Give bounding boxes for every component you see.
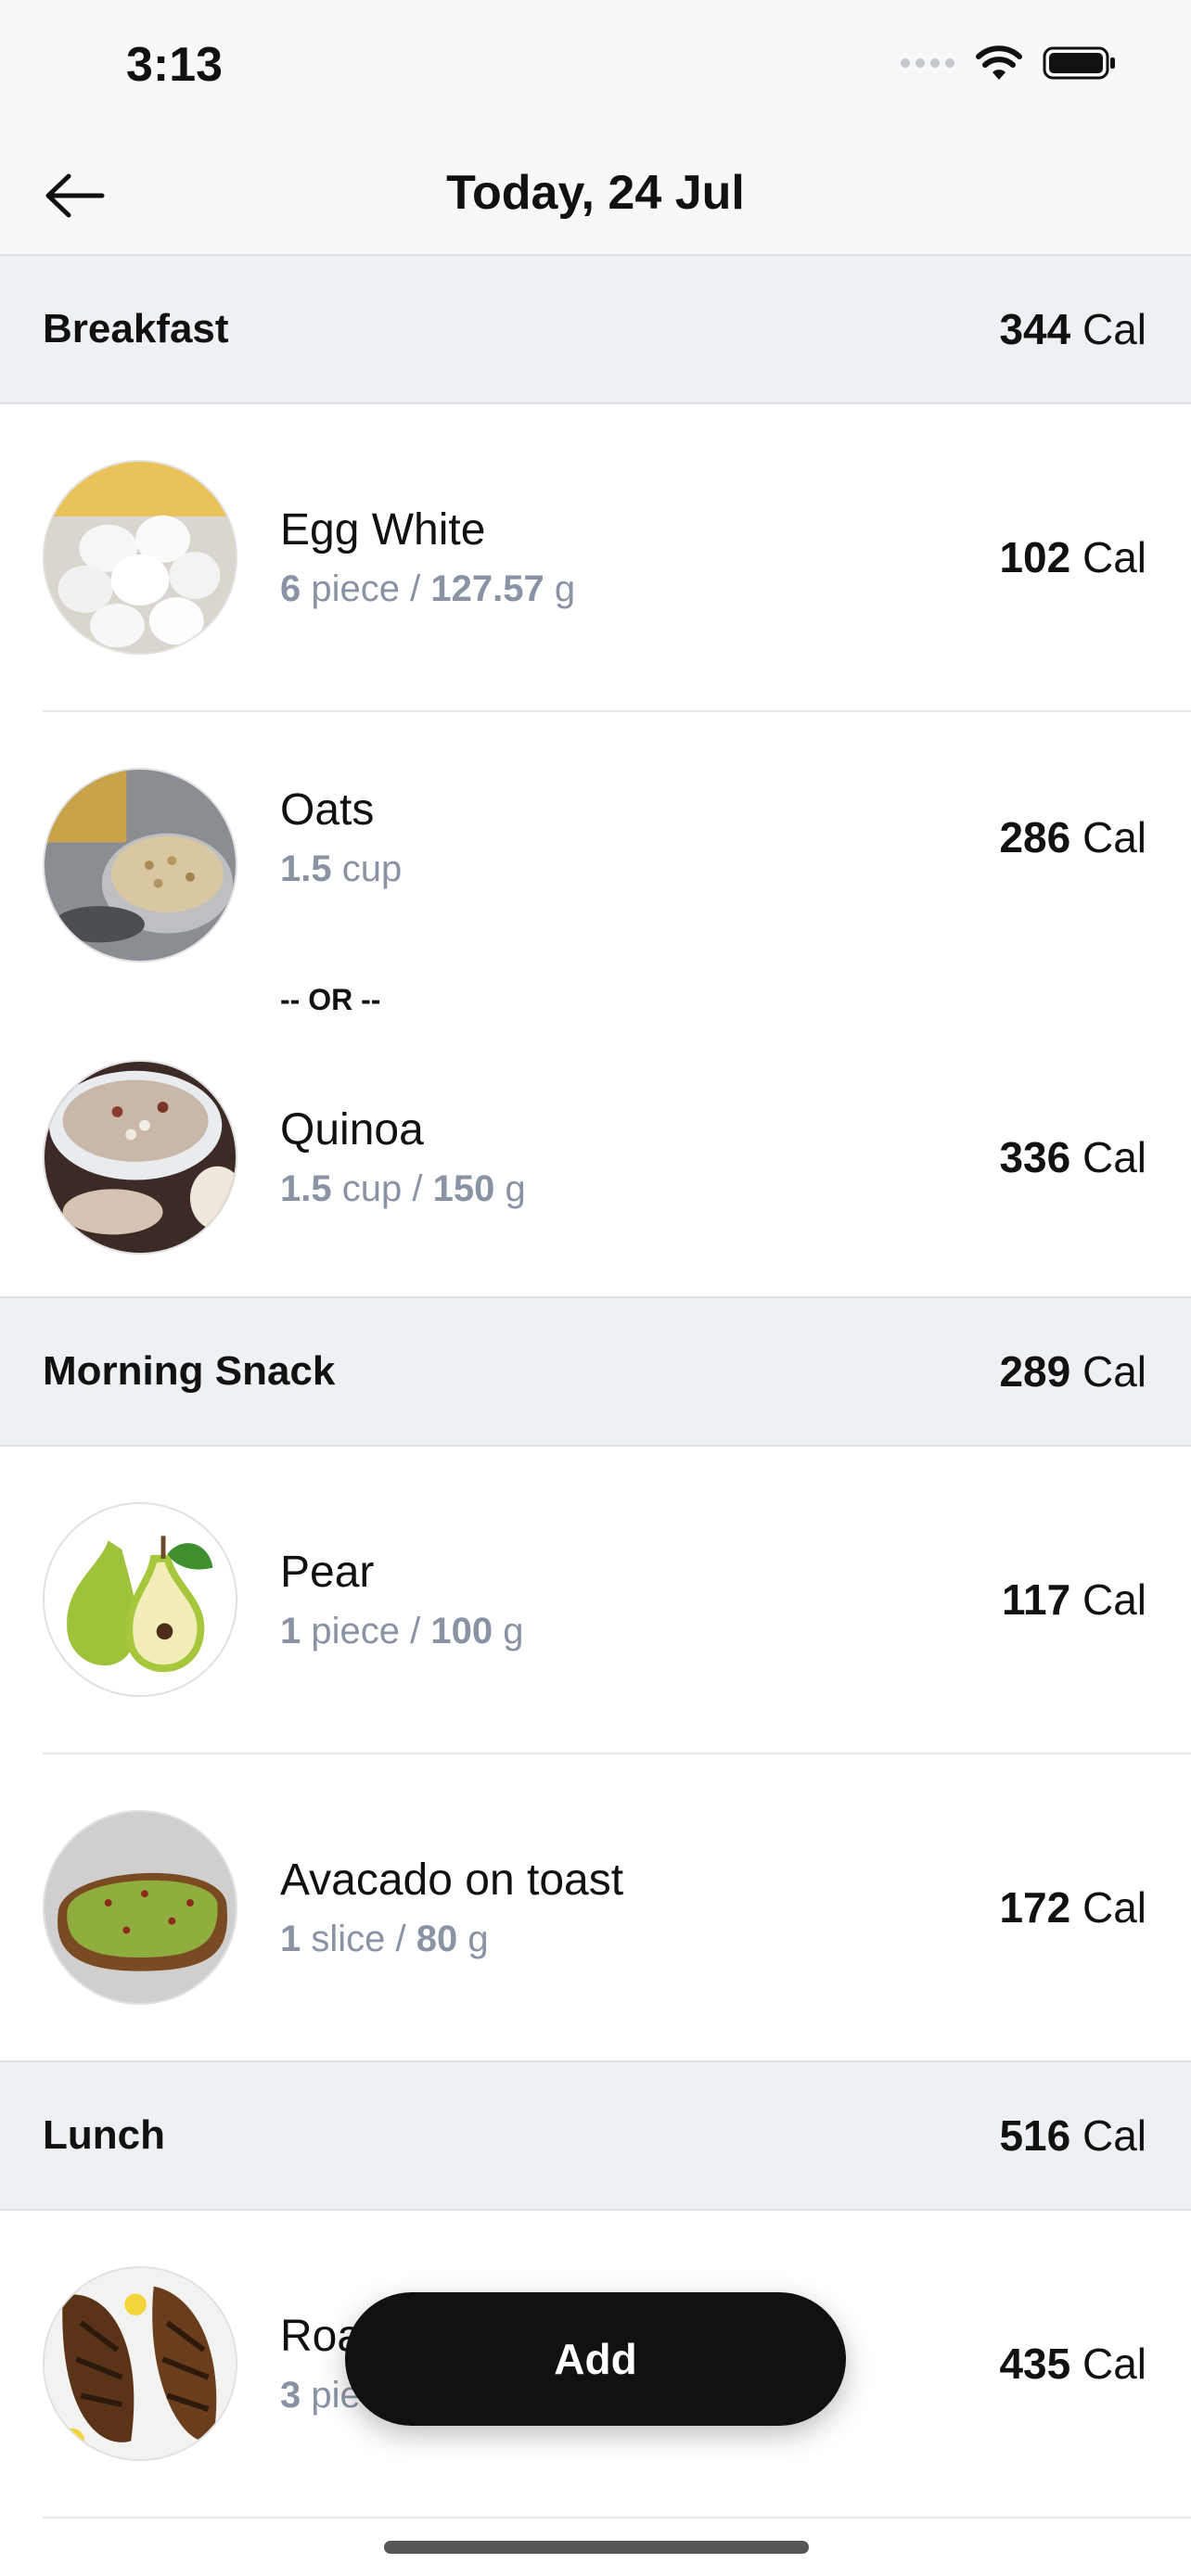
status-bar: 3:13 [0, 0, 1191, 139]
egg-white-image [43, 460, 237, 655]
status-time: 3:13 [126, 38, 224, 92]
food-item-egg-white[interactable]: Egg White 6 piece / 127.57 g 102 Cal [0, 404, 1191, 710]
section-header-morning-snack: Morning Snack 289 Cal [0, 1296, 1191, 1447]
section-calories: 516 Cal [999, 2111, 1146, 2160]
meal-list: Breakfast 344 Cal Egg White 6 piece / 12… [0, 254, 1191, 2519]
food-portion: 1 piece / 100 g [280, 1611, 524, 1651]
food-item-oats[interactable]: Oats 1.5 cup 286 Cal [0, 712, 1191, 981]
divider [43, 2517, 1191, 2519]
food-calories: 172 Cal [999, 1883, 1146, 1932]
food-portion: 1 slice / 80 g [280, 1919, 489, 1959]
food-calories: 286 Cal [999, 813, 1146, 861]
battery-icon [1043, 46, 1115, 80]
quinoa-image [43, 1060, 237, 1255]
home-indicator [384, 2541, 809, 2554]
food-name: Quinoa [280, 1105, 424, 1154]
page-title: Today, 24 Jul [446, 166, 745, 220]
food-item-quinoa[interactable]: Quinoa 1.5 cup / 150 g 336 Cal [0, 1018, 1191, 1296]
food-portion: 6 piece / 127.57 g [280, 568, 576, 609]
status-icons [900, 45, 1117, 82]
food-calories: 102 Cal [999, 533, 1146, 581]
section-title: Lunch [43, 2112, 165, 2158]
section-header-lunch: Lunch 516 Cal [0, 2060, 1191, 2211]
section-title: Breakfast [43, 306, 229, 351]
food-name: Avacado on toast [280, 1855, 624, 1905]
food-portion: 1.5 cup [280, 848, 403, 889]
section-title: Morning Snack [43, 1348, 336, 1394]
section-calories: 289 Cal [999, 1347, 1146, 1396]
roast-fish-image [43, 2266, 237, 2461]
food-portion: 1.5 cup / 150 g [280, 1168, 526, 1209]
add-button[interactable]: Add [345, 2292, 846, 2426]
section-header-breakfast: Breakfast 344 Cal [0, 254, 1191, 404]
food-name: Oats [280, 785, 375, 835]
oats-image [43, 768, 237, 963]
food-item-avocado-toast[interactable]: Avacado on toast 1 slice / 80 g 172 Cal [0, 1754, 1191, 2060]
nav-bar: Today, 24 Jul [0, 139, 1191, 256]
wifi-icon [976, 45, 1022, 80]
food-calories: 435 Cal [999, 2340, 1146, 2388]
food-name: Pear [280, 1548, 375, 1597]
section-calories: 344 Cal [999, 305, 1146, 353]
food-calories: 336 Cal [999, 1133, 1146, 1181]
food-item-pear[interactable]: Pear 1 piece / 100 g 117 Cal [0, 1447, 1191, 1753]
avocado-toast-image [43, 1810, 237, 2005]
pear-image [43, 1502, 237, 1697]
food-name: Egg White [280, 505, 486, 555]
or-separator: -- OR -- [280, 983, 381, 1016]
food-calories: 117 Cal [1001, 1575, 1146, 1624]
signal-icon [901, 58, 954, 68]
